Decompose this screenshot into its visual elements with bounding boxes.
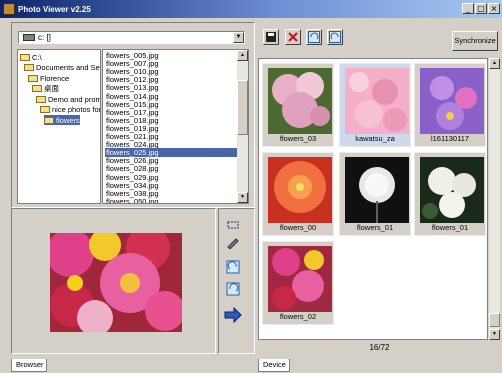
grid-scrollbar[interactable]: ▲ ▼	[489, 58, 500, 340]
scroll-up-icon[interactable]: ▲	[237, 50, 248, 61]
tree-item[interactable]: nice photos for c	[40, 105, 101, 115]
scroll-thumb[interactable]	[237, 80, 248, 135]
rotate-left-button[interactable]	[306, 29, 322, 45]
folder-icon	[36, 95, 46, 103]
scroll-up-icon[interactable]: ▲	[489, 58, 500, 69]
synchronize-button[interactable]: Synchronize	[452, 31, 498, 51]
drive-label: c: []	[38, 33, 51, 42]
tree-item-label: C:\	[32, 52, 42, 62]
tree-item-label: 桌面	[44, 84, 59, 93]
tree-item[interactable]: C:\	[20, 52, 42, 62]
rotate-right-button[interactable]	[327, 29, 343, 45]
folder-tree: C:\ Documents and Setti Florence 桌面 Demo and…	[17, 49, 101, 204]
delete-button[interactable]	[285, 29, 301, 45]
file-list: ▲ ▼ flowers_005.jpg flowers_007.jpg flower…	[102, 49, 249, 204]
thumbnail-caption: flowers_00	[279, 223, 317, 232]
tree-item-label: flowers	[56, 115, 80, 125]
folder-icon	[24, 64, 34, 71]
maximize-button[interactable]: □	[475, 3, 487, 14]
tree-item[interactable]: Demo and promo	[36, 94, 101, 104]
thumbnail[interactable]: flowers_01	[414, 152, 486, 236]
thumbnail-image	[345, 68, 409, 134]
scroll-thumb[interactable]	[489, 313, 500, 327]
rotate-right-icon[interactable]	[226, 260, 240, 274]
scroll-down-icon[interactable]: ▼	[237, 192, 248, 203]
tree-item[interactable]: Documents and Setti	[24, 63, 101, 73]
tree-item-label: Demo and promo	[48, 94, 101, 104]
save-button[interactable]	[263, 29, 279, 45]
thumbnail-caption: flowers_01	[431, 223, 469, 232]
thumbnail-grid: flowers_03 kawatsu_za l161130117 flowers_00…	[258, 58, 488, 340]
thumbnail[interactable]: flowers_02	[262, 241, 334, 325]
thumbnail-caption: flowers_03	[279, 134, 317, 143]
chevron-down-icon[interactable]: ▼	[233, 32, 244, 43]
thumbnail[interactable]: flowers_00	[262, 152, 334, 236]
select-rect-icon[interactable]	[226, 218, 240, 232]
close-button[interactable]: ×	[488, 3, 500, 14]
page-counter: 16/72	[369, 343, 390, 352]
tree-item-label: Florence	[40, 73, 70, 83]
thumbnail-image	[268, 157, 332, 223]
pencil-icon[interactable]	[226, 235, 240, 250]
tree-item[interactable]: Florence	[28, 73, 69, 83]
window-title: Photo Viewer v2.25	[18, 4, 91, 14]
app-icon	[3, 3, 15, 15]
file-list-item[interactable]: flowers_050.jpg	[105, 197, 237, 203]
tab-browser[interactable]: Browser	[11, 359, 47, 372]
preview-image	[50, 233, 182, 332]
folder-icon	[32, 85, 42, 92]
thumbnail-caption: l161130117	[430, 134, 470, 143]
arrow-right-icon[interactable]	[224, 306, 242, 324]
folder-icon	[28, 74, 38, 82]
tree-item[interactable]: 桌面	[32, 84, 59, 94]
thumbnail-image	[268, 246, 332, 312]
thumbnail-image	[345, 157, 409, 223]
thumbnail-image	[268, 68, 332, 134]
title-bar: Photo Viewer v2.25 _ □ ×	[0, 0, 502, 18]
minimize-button[interactable]: _	[462, 3, 474, 14]
thumbnail-image	[420, 68, 484, 134]
thumbnail-image	[420, 157, 484, 223]
thumbnail[interactable]: kawatsu_za	[339, 63, 411, 147]
thumbnail[interactable]: flowers_01	[339, 152, 411, 236]
drive-select[interactable]: c: [] ▼	[18, 31, 245, 44]
folder-icon	[40, 106, 50, 113]
rotate-left-icon[interactable]	[226, 282, 240, 296]
tab-device[interactable]: Device	[258, 359, 290, 372]
thumbnail-caption: flowers_02	[279, 312, 317, 321]
thumbnail[interactable]: flowers_03	[262, 63, 334, 147]
tree-item-label: nice photos for c	[52, 105, 101, 114]
scroll-down-icon[interactable]: ▼	[489, 329, 500, 340]
thumbnail[interactable]: l161130117	[414, 63, 486, 147]
tree-item-label: Documents and Setti	[36, 63, 101, 72]
folder-icon	[44, 116, 54, 124]
thumbnail-caption: kawatsu_za	[355, 134, 395, 143]
folder-icon	[20, 53, 30, 61]
drive-icon	[23, 34, 35, 41]
tree-item[interactable]: flowers	[44, 115, 80, 125]
file-list-scrollbar[interactable]: ▲ ▼	[237, 50, 248, 203]
thumbnail-caption: flowers_01	[356, 223, 394, 232]
